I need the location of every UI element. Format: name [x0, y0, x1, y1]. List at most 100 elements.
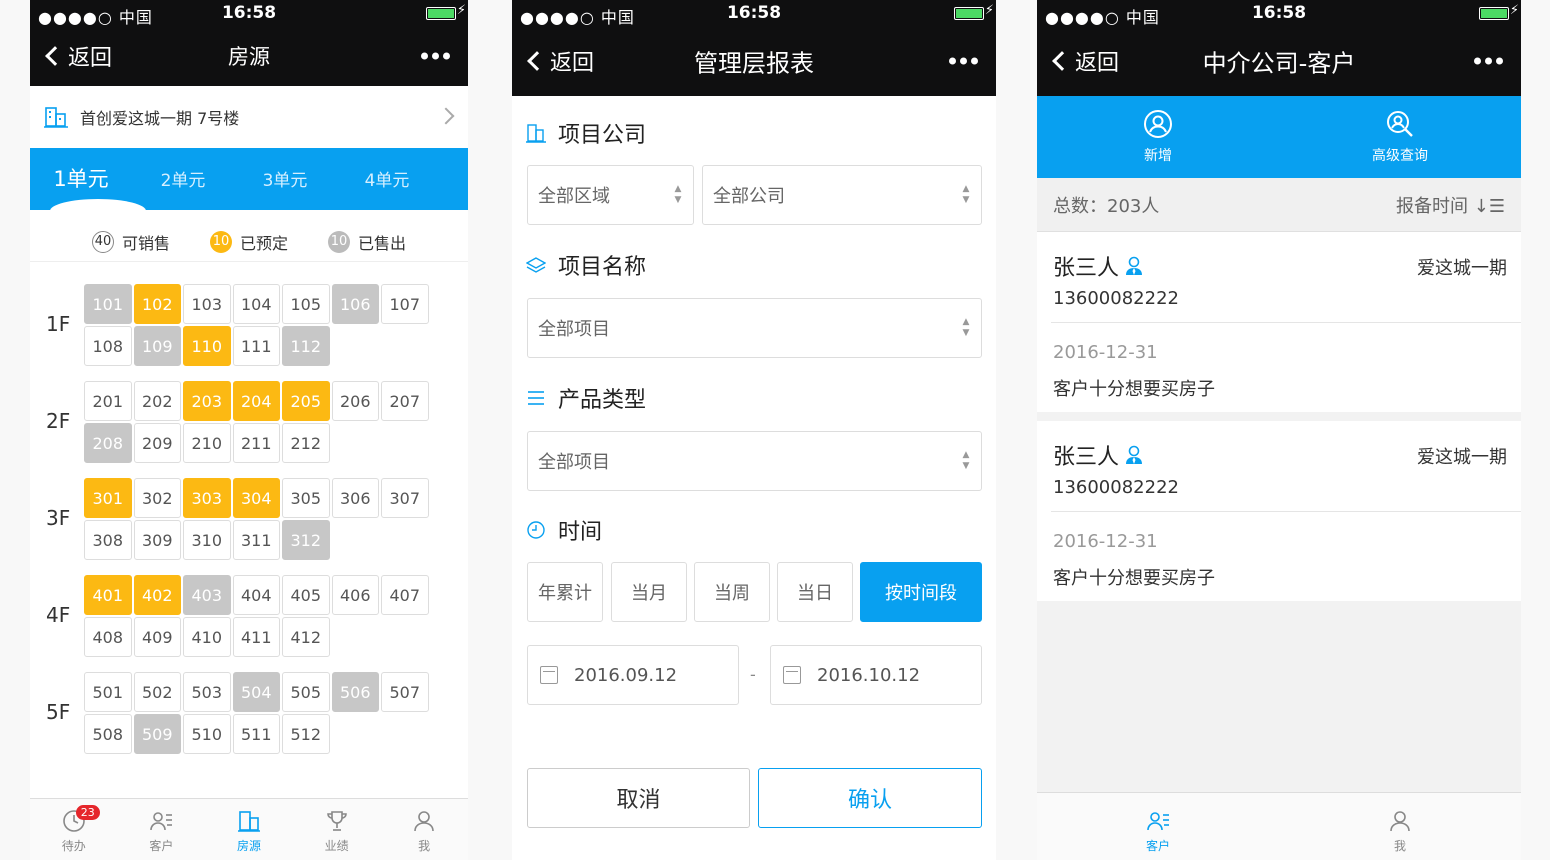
room-cell[interactable]: 103 [183, 284, 231, 324]
agent-icon [1126, 445, 1143, 464]
room-cell[interactable]: 211 [232, 423, 280, 463]
room-cell[interactable]: 108 [84, 326, 132, 366]
tab-todo[interactable]: 待办 23 [30, 799, 118, 860]
room-cell[interactable]: 203 [183, 381, 231, 421]
room-cell[interactable]: 512 [282, 714, 330, 754]
room-cell[interactable]: 301 [84, 478, 132, 518]
room-cell[interactable]: 310 [183, 520, 231, 560]
tab-unit-3[interactable]: 3单元 [234, 148, 336, 210]
tab-unit-4[interactable]: 4单元 [336, 148, 438, 210]
tab-me[interactable]: 我 [380, 799, 468, 860]
room-cell[interactable]: 204 [232, 381, 280, 421]
room-cell[interactable]: 408 [84, 617, 132, 657]
room-cell[interactable]: 505 [282, 672, 330, 712]
cancel-button[interactable]: 取消 [527, 768, 750, 828]
more-button[interactable] [949, 57, 978, 65]
room-cell[interactable]: 504 [232, 672, 280, 712]
room-cell[interactable]: 212 [282, 423, 330, 463]
room-cell[interactable]: 308 [84, 520, 132, 560]
time-month-button[interactable]: 当月 [611, 562, 687, 622]
room-cell[interactable]: 404 [232, 575, 280, 615]
room-cell[interactable]: 309 [133, 520, 181, 560]
room-cell[interactable]: 402 [133, 575, 181, 615]
room-cell[interactable]: 101 [84, 284, 132, 324]
room-cell[interactable]: 206 [331, 381, 379, 421]
more-button[interactable] [1474, 57, 1503, 65]
tab-listings[interactable]: 房源 [205, 799, 293, 860]
project-select[interactable]: 全部项目 ▲ ▼ [527, 298, 982, 358]
time-week-button[interactable]: 当周 [694, 562, 770, 622]
room-cell[interactable]: 407 [381, 575, 429, 615]
room-cell[interactable]: 412 [282, 617, 330, 657]
more-button[interactable] [421, 52, 450, 60]
customer-project: 爱这城一期 [1417, 447, 1507, 468]
room-cell[interactable]: 201 [84, 381, 132, 421]
room-cell[interactable]: 205 [282, 381, 330, 421]
nav-bar: 返回 中介公司-客户 [1037, 26, 1521, 96]
room-cell[interactable]: 405 [282, 575, 330, 615]
room-cell[interactable]: 208 [84, 423, 132, 463]
room-cell[interactable]: 109 [133, 326, 181, 366]
room-cell[interactable]: 104 [232, 284, 280, 324]
room-cell[interactable]: 403 [183, 575, 231, 615]
room-cell[interactable]: 105 [282, 284, 330, 324]
charging-icon: ⚡ [456, 3, 466, 18]
building-selector[interactable]: 首创爱这城一期 7号楼 [30, 86, 468, 148]
room-cell[interactable]: 509 [133, 714, 181, 754]
room-cell[interactable]: 410 [183, 617, 231, 657]
room-cell[interactable]: 411 [232, 617, 280, 657]
building-icon [237, 811, 260, 832]
time-day-button[interactable]: 当日 [777, 562, 853, 622]
product-type-select[interactable]: 全部项目 ▲ ▼ [527, 431, 982, 491]
room-cell[interactable]: 209 [133, 423, 181, 463]
room-cell[interactable]: 302 [133, 478, 181, 518]
room-cell[interactable]: 510 [183, 714, 231, 754]
room-cell[interactable]: 511 [232, 714, 280, 754]
room-cell[interactable]: 102 [133, 284, 181, 324]
tab-unit-2[interactable]: 2单元 [132, 148, 234, 210]
tab-customers[interactable]: 客户 [1037, 793, 1279, 860]
date-from-field[interactable]: 2016.09.12 [527, 645, 739, 705]
time-range-button[interactable]: 按时间段 [860, 562, 982, 622]
room-cell[interactable]: 202 [133, 381, 181, 421]
room-cell[interactable]: 305 [282, 478, 330, 518]
floor-label: 1F [46, 312, 71, 336]
add-customer-button[interactable]: 新增 [1037, 96, 1279, 178]
confirm-button[interactable]: 确认 [758, 768, 982, 828]
room-cell[interactable]: 306 [331, 478, 379, 518]
room-cell[interactable]: 207 [381, 381, 429, 421]
room-cell[interactable]: 312 [282, 520, 330, 560]
customer-card[interactable]: 张三人 爱这城一期 13600082222 2016-12-31 客户十分想要买… [1037, 421, 1521, 601]
room-cell[interactable]: 406 [331, 575, 379, 615]
room-cell[interactable]: 107 [381, 284, 429, 324]
room-cell[interactable]: 106 [331, 284, 379, 324]
advanced-search-button[interactable]: 高级查询 [1279, 96, 1521, 178]
room-cell[interactable]: 311 [232, 520, 280, 560]
room-cell[interactable]: 502 [133, 672, 181, 712]
region-select[interactable]: 全部区域 ▲ ▼ [527, 165, 694, 225]
room-cell[interactable]: 304 [232, 478, 280, 518]
room-cell[interactable]: 506 [331, 672, 379, 712]
room-cell[interactable]: 409 [133, 617, 181, 657]
room-cell[interactable]: 303 [183, 478, 231, 518]
tab-performance[interactable]: 业绩 [293, 799, 381, 860]
tab-me[interactable]: 我 [1279, 793, 1521, 860]
room-cell[interactable]: 111 [232, 326, 280, 366]
room-cell[interactable]: 210 [183, 423, 231, 463]
customer-card[interactable]: 张三人 爱这城一期 13600082222 2016-12-31 客户十分想要买… [1037, 232, 1521, 412]
company-select[interactable]: 全部公司 ▲ ▼ [702, 165, 982, 225]
room-cell[interactable]: 307 [381, 478, 429, 518]
room-cell[interactable]: 401 [84, 575, 132, 615]
section-product-type: 产品类型 [526, 382, 646, 414]
tab-customers[interactable]: 客户 [118, 799, 206, 860]
room-cell[interactable]: 507 [381, 672, 429, 712]
room-cell[interactable]: 501 [84, 672, 132, 712]
room-cell[interactable]: 110 [183, 326, 231, 366]
room-cell[interactable]: 508 [84, 714, 132, 754]
date-separator: - [750, 665, 756, 684]
room-cell[interactable]: 503 [183, 672, 231, 712]
room-cell[interactable]: 112 [282, 326, 330, 366]
time-ytd-button[interactable]: 年累计 [527, 562, 603, 622]
sort-by-report-time[interactable]: 报备时间 ↓☰ [1396, 192, 1505, 218]
date-to-field[interactable]: 2016.10.12 [770, 645, 982, 705]
